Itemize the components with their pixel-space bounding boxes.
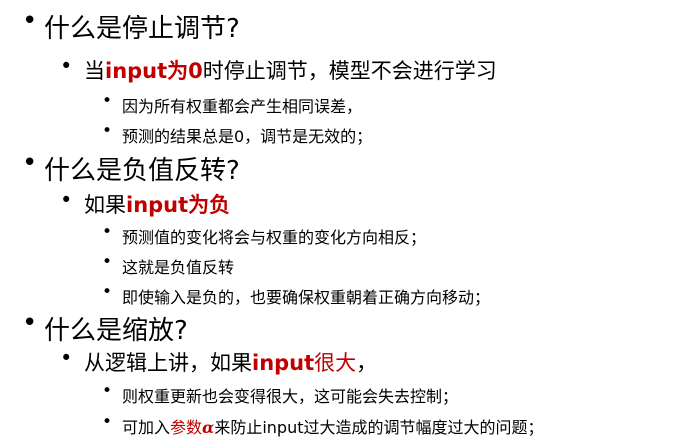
bullet: • — [102, 412, 113, 432]
alpha-symbol: α — [202, 418, 215, 437]
bullet: • — [60, 54, 73, 78]
bullet: • — [102, 121, 113, 141]
bullet: • — [22, 148, 38, 178]
bullet: • — [102, 252, 113, 272]
bullet: • — [22, 308, 38, 338]
bullet: • — [102, 381, 113, 401]
bullet: • — [102, 222, 113, 242]
bullet: • — [102, 282, 113, 302]
bullet: • — [60, 346, 73, 370]
bullet: • — [60, 188, 73, 212]
bullet: • — [102, 91, 113, 111]
bullet: • — [22, 6, 38, 36]
